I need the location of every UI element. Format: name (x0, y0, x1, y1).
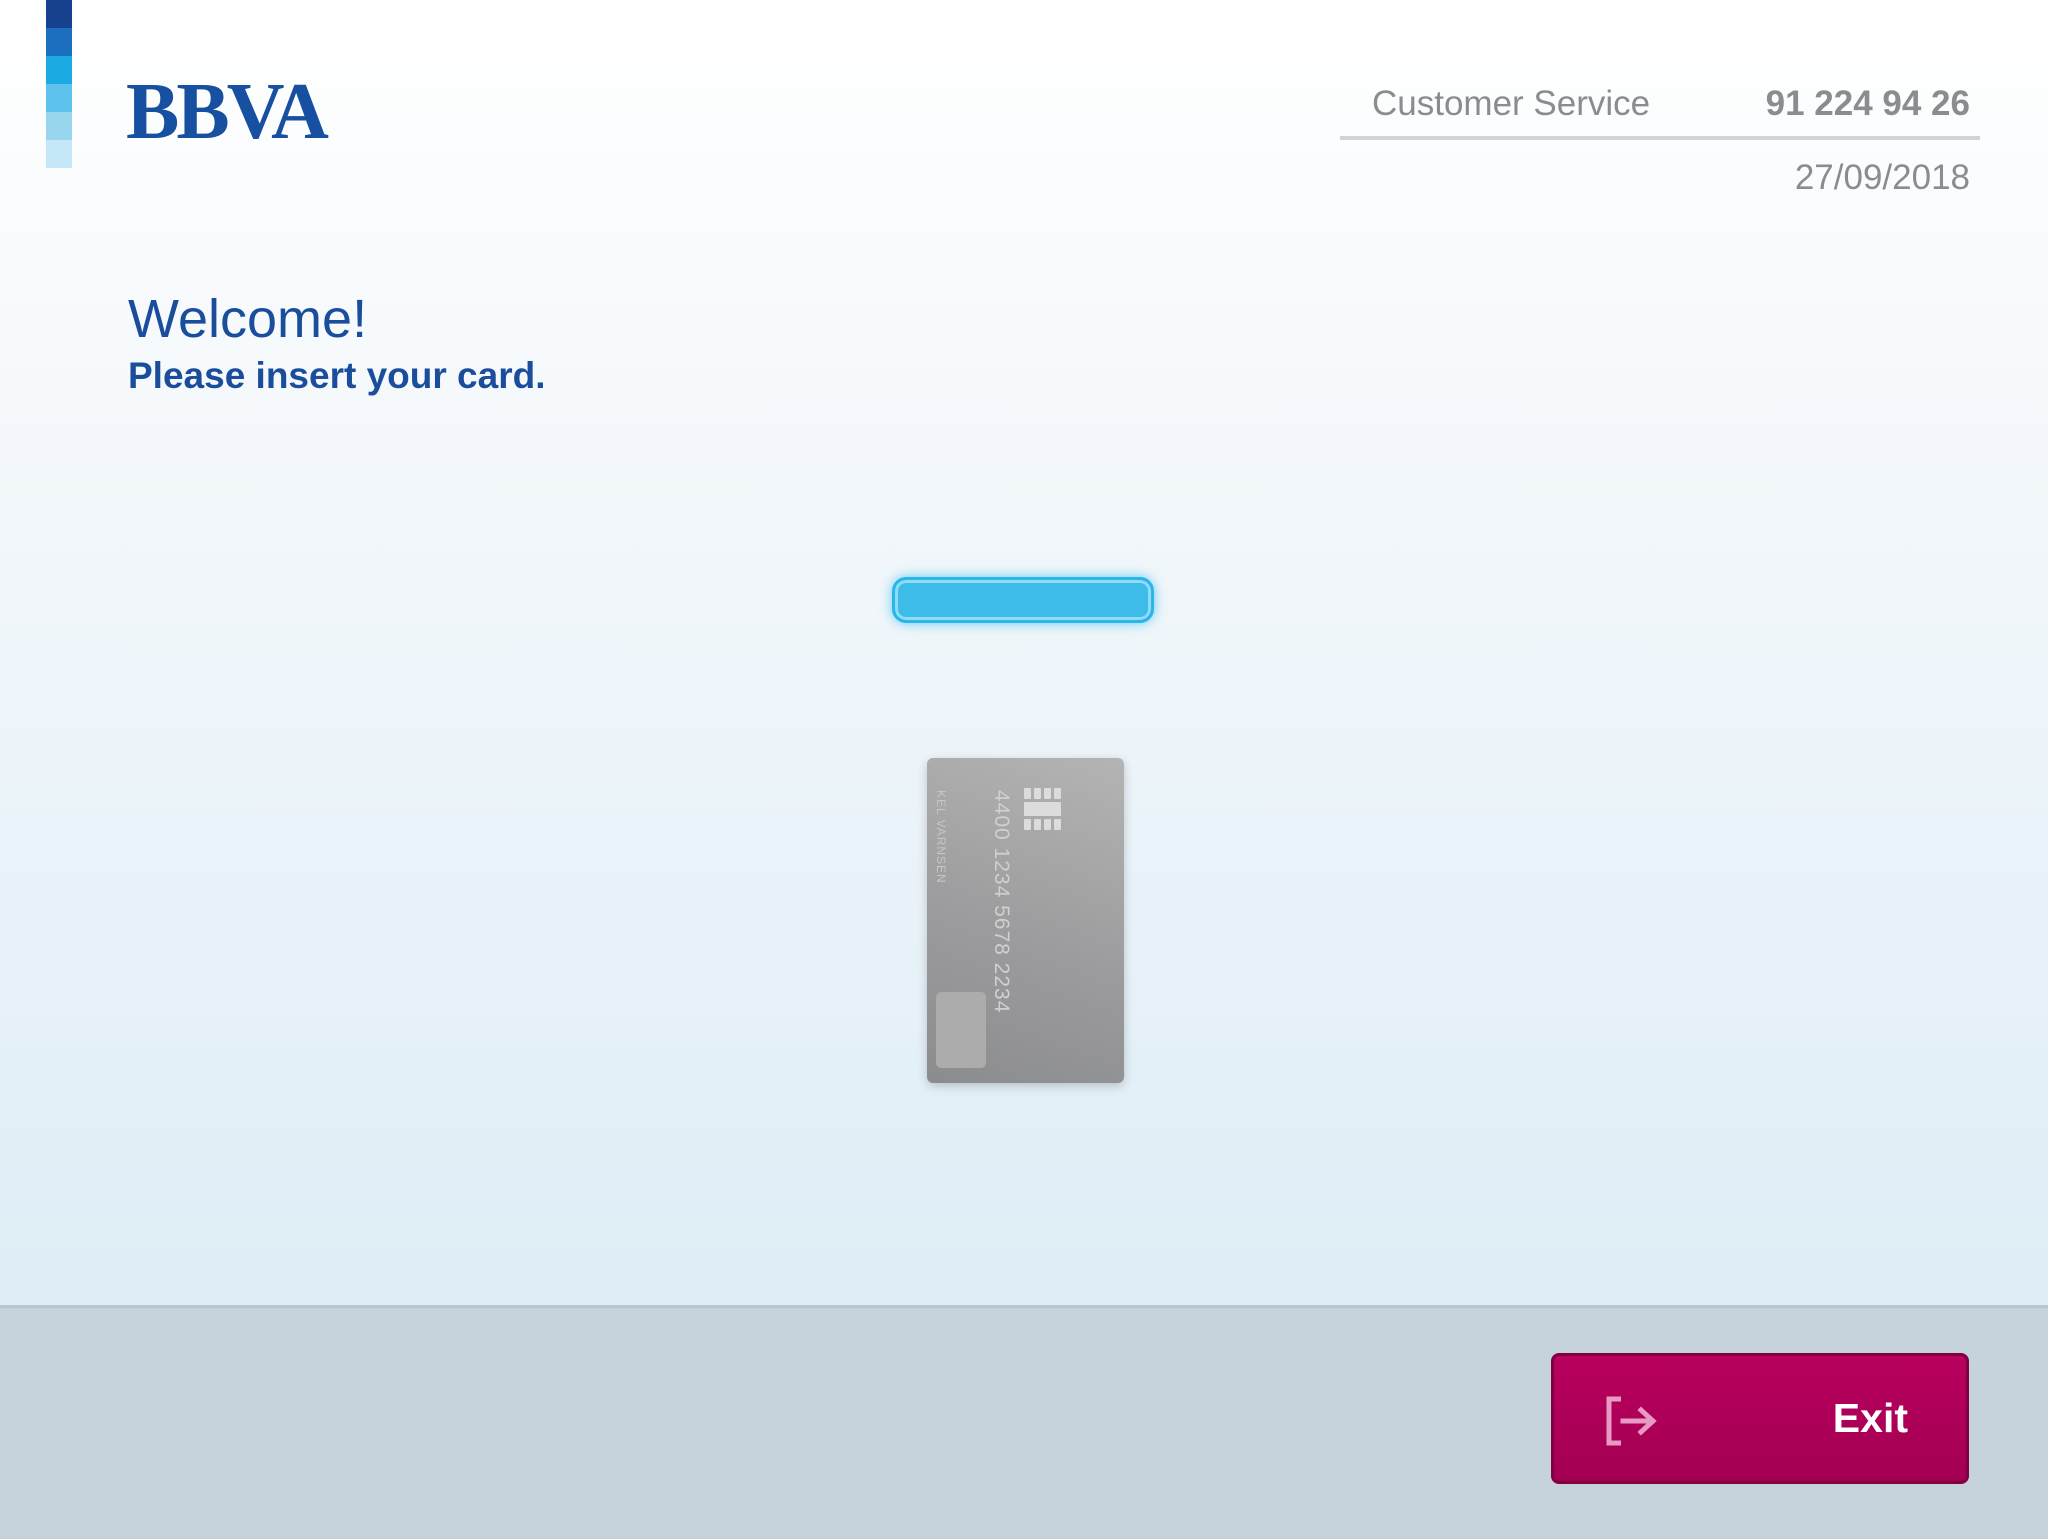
brand-color-strip (46, 0, 72, 168)
strip-block (46, 112, 72, 140)
customer-service-phone: 91 224 94 26 (1765, 84, 1970, 123)
strip-block (46, 28, 72, 56)
card-holder-name: KEL VARNSEN (934, 790, 948, 884)
insert-card-instruction: Please insert your card. (128, 355, 546, 396)
card-illustration: 4400 1234 5678 2234 KEL VARNSEN (927, 758, 1124, 1083)
welcome-heading: Welcome! (128, 289, 368, 349)
strip-block (46, 84, 72, 112)
chip-icon (1024, 788, 1061, 830)
exit-button[interactable]: Exit (1551, 1353, 1969, 1484)
card-slot-indicator (892, 577, 1154, 623)
customer-service-row: Customer Service 91 224 94 26 (1340, 84, 1980, 140)
strip-block (46, 56, 72, 84)
strip-block (46, 0, 72, 28)
main-screen: BBVA Customer Service 91 224 94 26 27/09… (0, 0, 2048, 1305)
bbva-logo: BBVA (126, 68, 329, 156)
exit-icon (1606, 1396, 1657, 1446)
card-signature-area (936, 992, 986, 1068)
exit-button-label: Exit (1832, 1395, 1908, 1441)
card-number: 4400 1234 5678 2234 (990, 790, 1013, 1014)
header-info: Customer Service 91 224 94 26 27/09/2018 (1340, 84, 1980, 198)
current-date: 27/09/2018 (1794, 158, 1970, 197)
strip-block (46, 140, 72, 168)
customer-service-label: Customer Service (1372, 84, 1651, 123)
